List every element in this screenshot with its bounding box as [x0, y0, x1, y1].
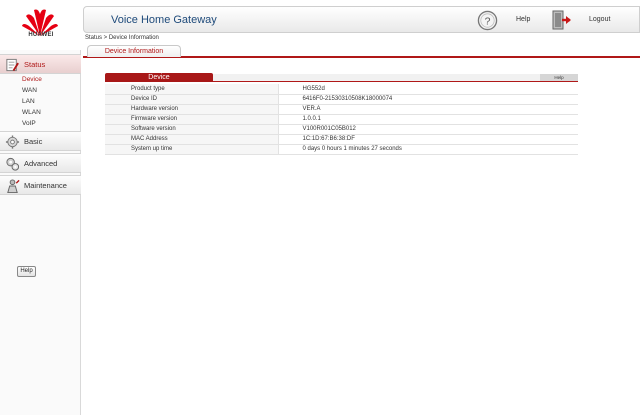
row-value: V100R001C05B012	[278, 124, 578, 135]
svg-text:?: ?	[485, 15, 491, 27]
row-key: System up time	[105, 144, 279, 155]
question-circle-icon[interactable]: ?	[477, 10, 498, 31]
sidebar-item-lan[interactable]: LAN	[22, 98, 35, 105]
sidebar-section-label: Advanced	[24, 159, 58, 168]
sidebar-section-label: Basic	[24, 137, 43, 146]
maintenance-icon	[7, 179, 20, 194]
panel-title: Device	[105, 73, 213, 82]
header-bar: Voice Home Gateway ? Help Logout	[83, 6, 640, 33]
help-link[interactable]: Help	[516, 16, 530, 23]
sidebar: Status Device WAN LAN WLAN VoIP Basic Ad…	[0, 50, 81, 415]
basic-icon	[5, 135, 20, 149]
table-row: Device ID 6416F0-21530310508K18000074	[105, 94, 578, 105]
advanced-icon	[6, 157, 20, 171]
exit-door-icon[interactable]	[550, 9, 572, 31]
row-value: VER.A	[278, 104, 578, 115]
logout-link[interactable]: Logout	[589, 16, 610, 23]
row-key: Hardware version	[105, 104, 279, 115]
app-title: Voice Home Gateway	[111, 14, 217, 26]
sidebar-item-wlan[interactable]: WLAN	[22, 109, 41, 116]
row-value: 6416F0-21530310508K18000074	[278, 94, 578, 105]
sidebar-item-voip[interactable]: VoIP	[22, 120, 36, 127]
row-key: Device ID	[105, 94, 279, 105]
tab-device-information[interactable]: Device Information	[87, 45, 181, 57]
table-row: Software version V100R001C05B012	[105, 124, 578, 135]
row-value: 1C:1D:67:B6:38:DF	[278, 134, 578, 145]
panel-help-button[interactable]: Help	[540, 74, 578, 81]
device-info-table: Product type HG552d Device ID 6416F0-215…	[105, 84, 578, 155]
sidebar-section-label: Maintenance	[24, 181, 67, 190]
row-value: 0 days 0 hours 1 minutes 27 seconds	[278, 144, 578, 155]
sidebar-item-device[interactable]: Device	[22, 76, 42, 83]
row-key: MAC Address	[105, 134, 279, 145]
table-row: Hardware version VER.A	[105, 104, 578, 115]
table-row: Product type HG552d	[105, 84, 578, 95]
sidebar-section-label: Status	[24, 60, 46, 69]
status-icon	[6, 58, 19, 72]
row-value: 1.0.0.1	[278, 114, 578, 125]
table-row: System up time 0 days 0 hours 1 minutes …	[105, 144, 578, 155]
router-admin-page: HUAWEI Voice Home Gateway ? Help Logout …	[0, 0, 640, 415]
table-row: MAC Address 1C:1D:67:B6:38:DF	[105, 134, 578, 145]
sidebar-help-button[interactable]: Help	[17, 266, 36, 277]
row-value: HG552d	[278, 84, 578, 95]
row-key: Firmware version	[105, 114, 279, 125]
breadcrumb: Status > Device Information	[85, 35, 159, 41]
row-key: Software version	[105, 124, 279, 135]
sidebar-section-status[interactable]: Status	[0, 54, 81, 74]
huawei-logo-text: HUAWEI	[28, 32, 54, 38]
sidebar-section-maintenance[interactable]: Maintenance	[0, 175, 81, 195]
table-row: Firmware version 1.0.0.1	[105, 114, 578, 125]
sidebar-item-wan[interactable]: WAN	[22, 87, 37, 94]
row-key: Product type	[105, 84, 279, 95]
sidebar-section-basic[interactable]: Basic	[0, 131, 81, 151]
sidebar-section-advanced[interactable]: Advanced	[0, 153, 81, 173]
